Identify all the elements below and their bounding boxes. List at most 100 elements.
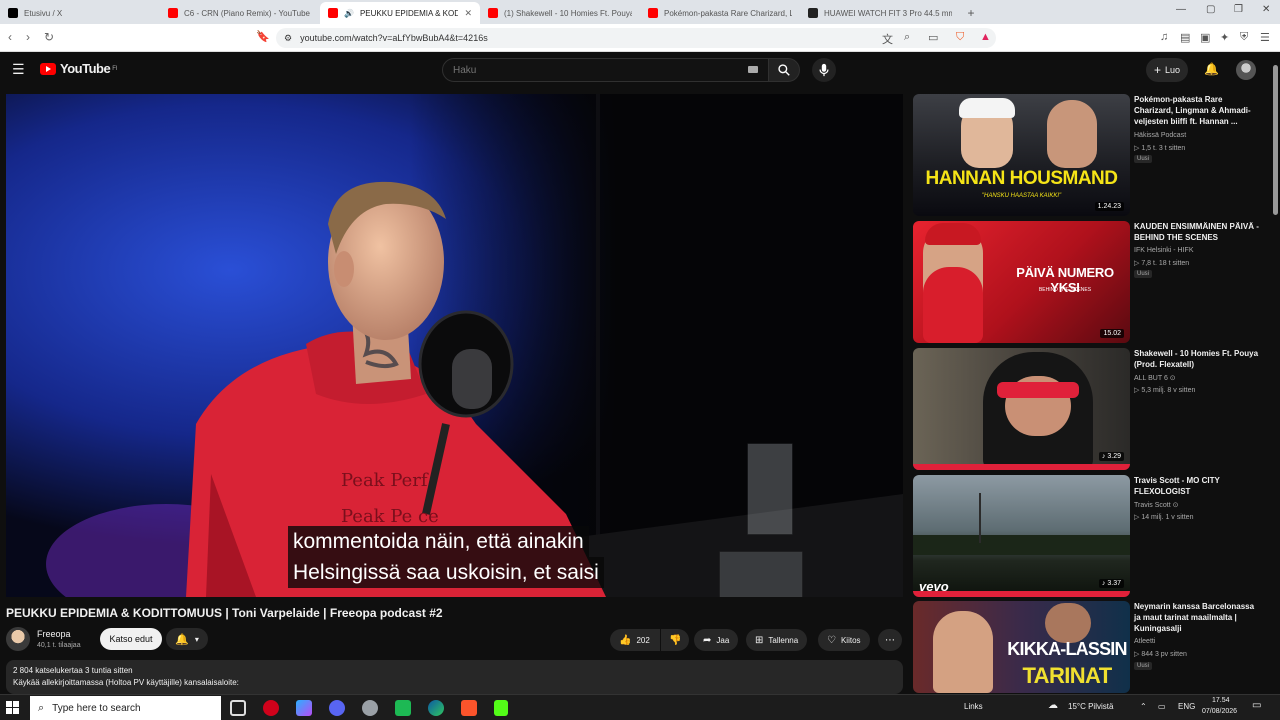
wallet-icon[interactable]: ▣ xyxy=(1200,31,1210,44)
kick-icon[interactable] xyxy=(494,700,508,716)
thanks-button[interactable]: ♡ Kiitos xyxy=(818,629,870,651)
subscription-bell-button[interactable]: 🔔 ▾ xyxy=(166,628,208,650)
chevron-up-icon[interactable]: ⌃ xyxy=(1140,702,1147,711)
site-info-icon[interactable]: ⚙ xyxy=(284,33,292,44)
youtube-logo[interactable]: YouTube FI xyxy=(40,61,118,76)
browser-tab-active[interactable]: 🔊 PEUKKU EPIDEMIA & KODIT… ✕ xyxy=(320,2,480,24)
browser-tab[interactable]: Etusivu / X xyxy=(0,2,160,24)
browser-tab[interactable]: Pokémon-pakasta Rare Charizard, Lin… xyxy=(640,2,800,24)
hamburger-menu-icon[interactable]: ☰ xyxy=(12,61,25,78)
recommendation-item[interactable]: ♪ 3.29 Shakewell - 10 Homies Ft. Pouya (… xyxy=(913,348,1273,470)
menu-icon[interactable]: ☰ xyxy=(1260,31,1270,44)
tab-title: Etusivu / X xyxy=(24,8,63,18)
restore-window-icon[interactable]: ❐ xyxy=(1234,4,1243,15)
thumbs-up-icon: 👍 xyxy=(619,634,632,646)
video-thumbnail[interactable]: HANNAN HOUSMAND "HANSKU HAASTAA KAIKKI" … xyxy=(913,94,1130,216)
join-button[interactable]: Katso edut xyxy=(100,628,162,650)
video-thumbnail[interactable]: PÄIVÄ NUMERO YKSI BEHIND THE SCENES 15.0… xyxy=(913,221,1130,343)
minimize-window-icon[interactable]: — xyxy=(1176,4,1186,15)
description-box[interactable]: 2 804 katselukertaa 3 tuntia sitten Käyk… xyxy=(6,660,903,694)
app-icon[interactable] xyxy=(362,700,378,716)
input-language[interactable]: ENG xyxy=(1178,702,1195,711)
cast-icon[interactable]: ▭ xyxy=(928,31,938,44)
new-tab-button[interactable]: + xyxy=(960,2,982,24)
video-thumbnail[interactable]: KIKKA-LASSIN TARINAT xyxy=(913,601,1130,693)
recommendation-item[interactable]: PÄIVÄ NUMERO YKSI BEHIND THE SCENES 15.0… xyxy=(913,221,1273,343)
recommendation-title[interactable]: Travis Scott - MO CITY FLEXOLOGIST xyxy=(1134,475,1260,497)
opera-icon[interactable] xyxy=(263,700,279,716)
clock-time[interactable]: 17.54 xyxy=(1212,697,1230,704)
scrollbar-thumb[interactable] xyxy=(1273,65,1278,215)
search-button[interactable] xyxy=(768,58,800,82)
account-avatar[interactable] xyxy=(1236,60,1256,80)
like-button[interactable]: 👍 202 xyxy=(610,629,660,651)
more-actions-button[interactable]: ⋯ xyxy=(878,629,902,651)
taskbar-search[interactable]: ⌕ Type here to search xyxy=(30,696,221,720)
forward-icon[interactable]: › xyxy=(26,30,30,44)
audio-playing-icon[interactable]: 🔊 xyxy=(344,9,354,18)
share-button[interactable]: ➦ Jaa xyxy=(694,629,739,651)
close-tab-icon[interactable]: ✕ xyxy=(464,8,472,19)
browser-tab[interactable]: (1) Shakewell - 10 Homies Ft. Pouya (… xyxy=(480,2,640,24)
search-input[interactable] xyxy=(453,64,733,76)
brave-rewards-icon[interactable]: ▲ xyxy=(980,31,991,43)
video-thumbnail[interactable]: ♪ 3.29 xyxy=(913,348,1130,470)
recommendation-channel[interactable]: Häkissä Podcast xyxy=(1134,132,1186,139)
recommendation-meta: ▷ 7,8 t. 18 t sitten xyxy=(1134,260,1190,267)
keyboard-icon[interactable] xyxy=(748,66,758,73)
brave-shields-icon[interactable]: ⛉ xyxy=(956,31,964,44)
zoom-icon[interactable]: ⌕ xyxy=(904,31,910,44)
app-icon[interactable] xyxy=(296,700,312,716)
notifications-bell-icon[interactable]: 🔔 xyxy=(1204,62,1219,76)
recommendation-item[interactable]: KIKKA-LASSIN TARINAT Neymarin kanssa Bar… xyxy=(913,601,1273,693)
app-icon[interactable] xyxy=(395,700,411,716)
recommendation-item[interactable]: vevo ♪ 3.37 Travis Scott - MO CITY FLEXO… xyxy=(913,475,1273,597)
reload-icon[interactable]: ↻ xyxy=(44,30,54,44)
create-button[interactable]: + Luo xyxy=(1146,58,1189,82)
recommendation-channel[interactable]: Travis Scott ⊙ xyxy=(1134,501,1179,509)
network-icon[interactable]: ▭ xyxy=(1158,702,1166,711)
recommendation-title[interactable]: Pokémon-pakasta Rare Charizard, Lingman … xyxy=(1134,94,1260,127)
maximize-window-icon[interactable]: ▢ xyxy=(1206,4,1215,15)
recommendation-channel[interactable]: ALL BUT 6 ⊙ xyxy=(1134,374,1176,382)
red-sunglasses xyxy=(997,382,1079,398)
recommendation-title[interactable]: Neymarin kanssa Barcelonassa ja maut tar… xyxy=(1134,601,1260,634)
media-icon[interactable]: ♫ xyxy=(1160,31,1168,43)
brave-icon[interactable] xyxy=(461,700,477,716)
back-icon[interactable]: ‹ xyxy=(8,30,12,44)
notification-center-icon[interactable]: ▭ xyxy=(1252,700,1261,711)
links-toolbar[interactable]: Links xyxy=(964,702,983,711)
translate-icon[interactable]: 文 xyxy=(882,31,893,47)
save-button[interactable]: ⊞ Tallenna xyxy=(746,629,808,651)
video-player[interactable]: Peak Perf Peak Pe ce kommentoida näin, e… xyxy=(6,94,903,597)
weather-text[interactable]: 15°C Pilvistä xyxy=(1068,702,1113,711)
huawei-favicon-icon xyxy=(808,8,818,18)
recommendation-item[interactable]: HANNAN HOUSMAND "HANSKU HAASTAA KAIKKI" … xyxy=(913,94,1273,216)
browser-tab[interactable]: HUAWEI WATCH FIT 3 Pro 44.5 mm S… xyxy=(800,2,960,24)
bookmark-icon[interactable]: 🔖 xyxy=(256,30,270,43)
voice-search-button[interactable] xyxy=(812,58,836,82)
channel-name[interactable]: Freeopa xyxy=(37,629,71,639)
browser-tab[interactable]: C6 - CRN (Piano Remix) - YouTube xyxy=(160,2,320,24)
windows-start-icon[interactable] xyxy=(6,701,19,714)
recommendation-channel[interactable]: Atleetti xyxy=(1134,638,1155,645)
close-window-icon[interactable]: ✕ xyxy=(1262,4,1270,15)
leo-ai-icon[interactable]: ✦ xyxy=(1220,31,1229,44)
dislike-button[interactable]: 👎 xyxy=(661,629,689,651)
discord-icon[interactable] xyxy=(329,700,345,716)
edge-icon[interactable] xyxy=(428,700,444,716)
page-scrollbar[interactable] xyxy=(1272,60,1278,690)
plus-icon: + xyxy=(1154,63,1162,77)
recommendation-channel[interactable]: IFK Helsinki - HIFK xyxy=(1134,247,1194,254)
video-thumbnail[interactable]: vevo ♪ 3.37 xyxy=(913,475,1130,597)
clock-date[interactable]: 07/08/2026 xyxy=(1202,708,1237,715)
recommendation-title[interactable]: Shakewell - 10 Homies Ft. Pouya (Prod. F… xyxy=(1134,348,1260,370)
sidebar-icon[interactable]: ▤ xyxy=(1180,31,1190,44)
search-box[interactable] xyxy=(442,58,770,82)
recommendation-title[interactable]: KAUDEN ENSIMMÄINEN PÄIVÄ - BEHIND THE SC… xyxy=(1134,221,1260,243)
channel-avatar[interactable] xyxy=(6,627,30,651)
vpn-icon[interactable]: ⛨ xyxy=(1240,31,1248,44)
thumbnail-overlay-subtext: TARINAT xyxy=(1022,663,1112,688)
youtube-favicon-icon xyxy=(328,8,338,18)
task-view-icon[interactable] xyxy=(230,700,246,716)
